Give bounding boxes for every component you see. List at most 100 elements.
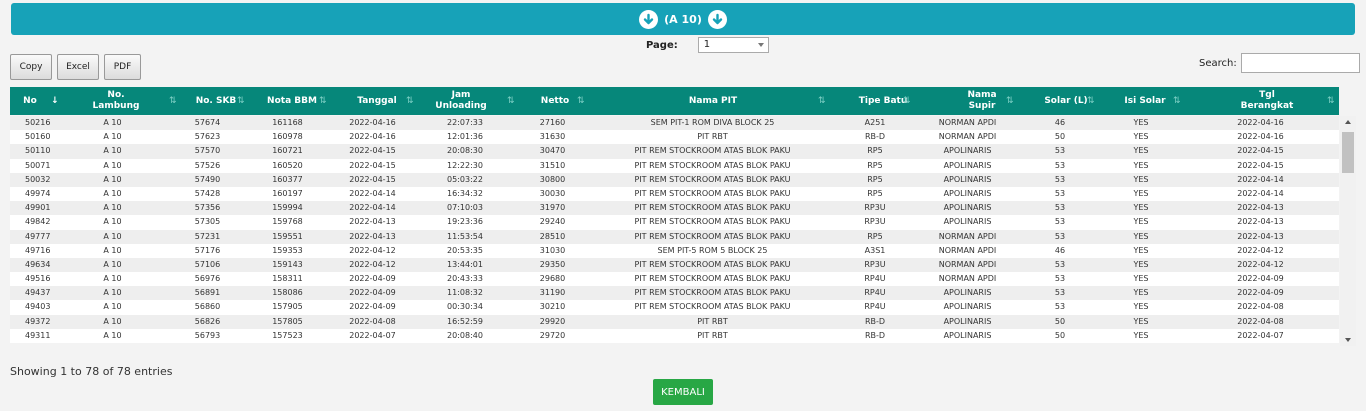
kembali-button[interactable]: KEMBALI <box>653 379 713 405</box>
table-cell: PIT RBT <box>697 330 728 340</box>
copy-button[interactable]: Copy <box>10 54 52 80</box>
table-cell: 49403 <box>25 302 51 312</box>
scroll-down-icon[interactable] <box>1345 338 1351 342</box>
column-header[interactable]: No <box>10 87 85 115</box>
page-select[interactable]: 1 <box>697 37 769 53</box>
table-cell: 157905 <box>272 302 303 312</box>
table-cell: A 10 <box>103 330 122 340</box>
arrow-circle-down-icon[interactable] <box>639 9 659 29</box>
arrow-circle-down-icon[interactable] <box>707 9 727 29</box>
table-cell: 159143 <box>272 259 303 269</box>
table-cell: 56976 <box>194 274 221 284</box>
table-row[interactable]: 50216 A 10 57674 161168 2022-04-16 22:07:33 27… <box>10 116 1339 131</box>
table-cell: YES <box>1133 160 1149 170</box>
table-cell: 2022-04-12 <box>349 259 396 269</box>
table-cell: YES <box>1133 330 1149 340</box>
table-cell: A 10 <box>103 316 122 326</box>
scroll-thumb[interactable] <box>1342 132 1354 173</box>
table-row[interactable]: 50110 A 10 57570 160721 2022-04-15 20:08:30 30… <box>10 144 1339 159</box>
table-cell: 160520 <box>272 160 303 170</box>
table-cell: RP4U <box>864 288 886 298</box>
sort-icon[interactable]: ↓ <box>51 96 59 106</box>
table-cell: 31970 <box>539 203 566 213</box>
table-cell: 50 <box>1054 316 1066 326</box>
column-header[interactable]: Nama Supir <box>954 87 1010 115</box>
banner-title: (A 10) <box>664 12 702 26</box>
entries-info: Showing 1 to 78 of 78 entries <box>10 365 173 378</box>
sort-icon[interactable]: ⇅ <box>406 96 414 106</box>
table-cell: 29720 <box>539 330 566 340</box>
table-cell: SEM PIT-1 ROM DIVA BLOCK 25 <box>650 118 775 127</box>
table-cell: 160721 <box>272 146 303 156</box>
sort-icon[interactable]: ⇅ <box>1327 96 1335 106</box>
table-row[interactable]: 49634 A 10 57106 159143 2022-04-12 13:44:01 29… <box>10 257 1339 273</box>
table-row[interactable]: 50160 A 10 57623 160978 2022-04-16 12:01:36 31… <box>10 130 1339 145</box>
sort-icon[interactable]: ⇅ <box>1173 96 1181 106</box>
table-cell: RB-D <box>864 330 886 340</box>
column-header[interactable]: No. Lambung <box>88 87 144 115</box>
scroll-up-icon[interactable] <box>1345 120 1351 124</box>
table-header: No ↓ No. Lambung ⇅ No. SKB ⇅ Nota BBM ⇅ Tanggal ⇅… <box>10 87 1339 115</box>
table-row[interactable]: 49437 A 10 56891 158086 2022-04-09 11:08:32 31… <box>10 286 1339 301</box>
table-cell: RP3U <box>864 217 886 227</box>
table-cell: PIT REM STOCKROOM ATAS BLOK PAKU <box>634 146 791 156</box>
table-cell: 16:34:32 <box>447 188 483 198</box>
table-cell: 56860 <box>194 302 221 312</box>
table-cell: 57231 <box>194 231 221 241</box>
table-cell: APOLINARIS <box>943 288 992 298</box>
table-cell: APOLINARIS <box>943 330 992 340</box>
table-row[interactable]: 49716 A 10 57176 159353 2022-04-12 20:53:35 31… <box>10 243 1339 258</box>
table-cell: 53 <box>1054 231 1066 241</box>
table-cell: 57526 <box>194 160 221 170</box>
table-cell: 29920 <box>539 316 566 326</box>
table-cell: 160197 <box>272 188 303 198</box>
table-cell: 2022-04-16 <box>349 132 396 142</box>
sort-icon[interactable]: ⇅ <box>577 96 585 106</box>
table-cell: 53 <box>1054 174 1066 184</box>
table-cell: 2022-04-09 <box>349 274 396 284</box>
table-row[interactable]: 49974 A 10 57428 160197 2022-04-14 16:34:32 30… <box>10 186 1339 202</box>
table-cell: 53 <box>1054 217 1066 227</box>
table-row[interactable]: 49777 A 10 57231 159551 2022-04-13 11:53:54 28… <box>10 229 1339 244</box>
table-row[interactable]: 49516 A 10 56976 158311 2022-04-09 20:43:33 29… <box>10 272 1339 287</box>
table-row[interactable]: 49842 A 10 57305 159768 2022-04-13 19:23:36 29… <box>10 215 1339 230</box>
page-label: Page: <box>646 39 678 51</box>
table-cell: 2022-04-15 <box>349 146 396 156</box>
table-cell: 57623 <box>194 132 221 142</box>
column-header[interactable]: Nama PIT <box>658 87 768 115</box>
table-scrollbar[interactable] <box>1340 116 1356 346</box>
column-header[interactable]: Tanggal <box>322 87 432 115</box>
table-cell: 56793 <box>194 330 221 340</box>
table-row[interactable]: 49403 A 10 56860 157905 2022-04-09 00:30:34 30… <box>10 300 1339 315</box>
table-cell: RP3U <box>864 203 886 213</box>
table-row[interactable]: 49372 A 10 56826 157805 2022-04-08 16:52:59 29… <box>10 314 1339 329</box>
table-row[interactable]: 50032 A 10 57490 160377 2022-04-15 05:03:22 30… <box>10 172 1339 187</box>
excel-button[interactable]: Excel <box>57 54 99 80</box>
table-cell: APOLINARIS <box>943 174 992 184</box>
table-cell: PIT REM STOCKROOM ATAS BLOK PAKU <box>634 188 791 198</box>
table-cell: 31190 <box>539 288 566 298</box>
search-label: Search: <box>1199 57 1237 69</box>
column-header[interactable]: Jam Unloading <box>433 87 489 115</box>
column-header[interactable]: Tipe Batu <box>828 87 938 115</box>
pdf-button[interactable]: PDF <box>104 54 141 80</box>
table-cell: 31510 <box>539 160 566 170</box>
table-cell: RP3U <box>864 259 886 269</box>
table-cell: 50160 <box>25 132 51 142</box>
column-header[interactable]: Tgl Berangkat <box>1239 87 1295 115</box>
table-cell: PIT REM STOCKROOM ATAS BLOK PAKU <box>634 274 791 284</box>
table-cell: 49437 <box>25 288 51 298</box>
table-cell: PIT REM STOCKROOM ATAS BLOK PAKU <box>634 231 791 241</box>
search-input[interactable] <box>1240 53 1360 73</box>
sort-icon[interactable]: ⇅ <box>818 96 826 106</box>
table-cell: 2022-04-15 <box>349 160 396 170</box>
table-cell: RB-D <box>864 132 886 142</box>
sort-icon[interactable]: ⇅ <box>903 96 911 106</box>
column-header[interactable]: Isi Solar <box>1090 87 1200 115</box>
table-cell: 2022-04-13 <box>349 231 396 241</box>
table-cell: RP5 <box>867 146 883 156</box>
column-header[interactable]: Netto <box>500 87 610 115</box>
table-row[interactable]: 49311 A 10 56793 157523 2022-04-07 20:08:40 29… <box>10 328 1339 343</box>
table-row[interactable]: 49901 A 10 57356 159994 2022-04-14 07:10:03 31… <box>10 201 1339 216</box>
table-row[interactable]: 50071 A 10 57526 160520 2022-04-15 12:22:30 31… <box>10 158 1339 173</box>
